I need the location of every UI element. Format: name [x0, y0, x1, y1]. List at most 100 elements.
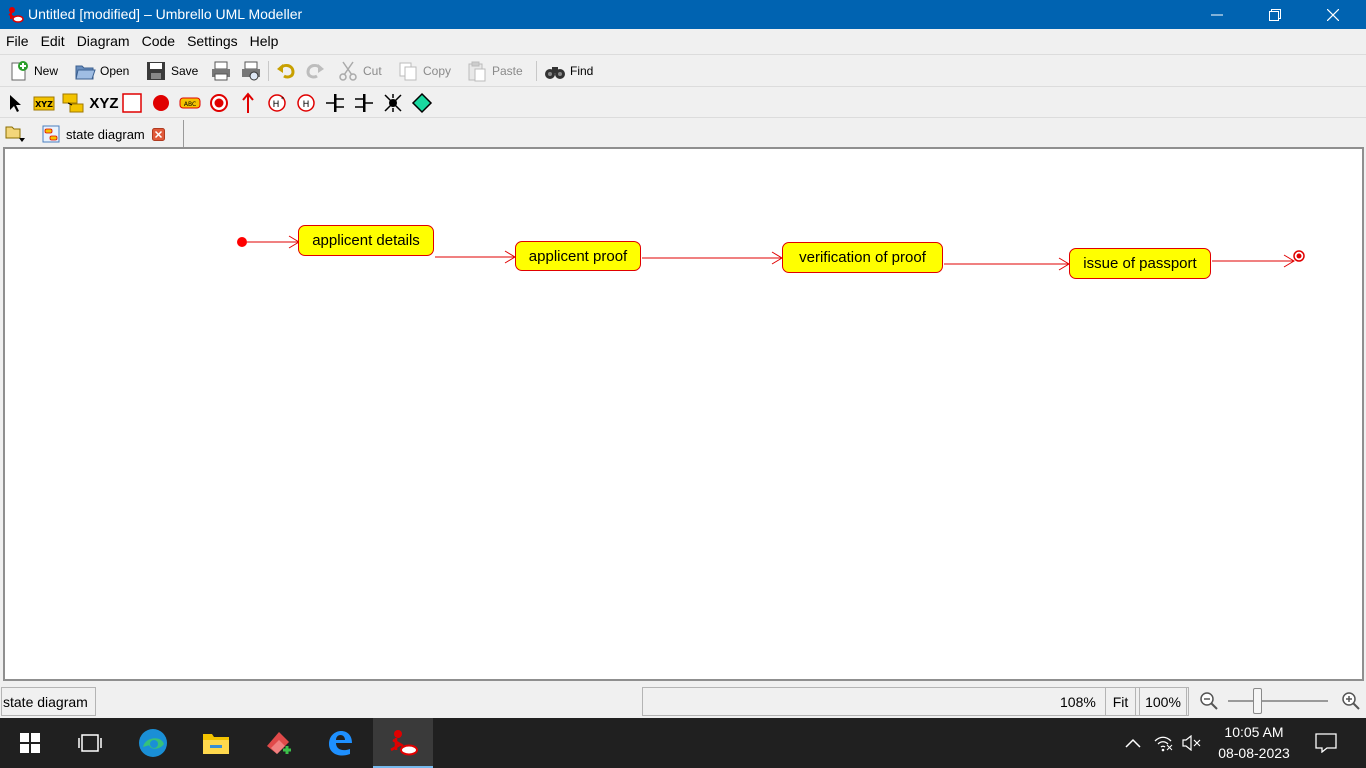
copy-label: Copy [423, 64, 452, 78]
menu-file[interactable]: File [0, 29, 35, 54]
notifications-button[interactable] [1306, 718, 1346, 768]
final-state[interactable] [1293, 250, 1305, 262]
task-view-icon [78, 734, 102, 752]
windows-logo-icon [20, 733, 40, 753]
tab-state-diagram[interactable]: state diagram [34, 120, 184, 148]
zoom-100-button[interactable]: 100% [1139, 687, 1187, 716]
transition-details-to-proof[interactable] [435, 250, 516, 264]
diagram-canvas[interactable]: applicent details applicent proof verifi… [3, 147, 1364, 681]
select-tool[interactable] [4, 92, 26, 114]
transition-verification-to-passport[interactable] [944, 257, 1070, 271]
umbrello-taskbar[interactable] [373, 718, 433, 768]
undo-button[interactable] [275, 59, 301, 83]
network-button[interactable] [1150, 718, 1176, 768]
task-view-button[interactable] [62, 718, 118, 768]
zoom-out-icon[interactable] [1198, 690, 1220, 712]
zoom-slider-handle[interactable] [1253, 688, 1262, 714]
deep-history-tool[interactable]: H * [266, 92, 288, 114]
edge-dev-taskbar[interactable] [125, 718, 181, 768]
transition-layer [237, 235, 1305, 271]
state-applicent-proof[interactable]: applicent proof [515, 241, 641, 271]
copy-button[interactable]: Copy [397, 59, 451, 83]
end-state-icon [210, 94, 228, 112]
open-button[interactable]: Open [74, 59, 129, 83]
junction-icon [384, 94, 402, 112]
transition-initial-to-details[interactable] [247, 235, 300, 249]
minimize-button[interactable] [1188, 0, 1246, 29]
menu-code[interactable]: Code [136, 29, 181, 54]
anchor-note-tool[interactable] [62, 92, 84, 114]
transition-tool[interactable] [237, 92, 259, 114]
cut-button[interactable]: Cut [337, 59, 382, 83]
new-button[interactable]: New [8, 59, 58, 83]
save-label: Save [171, 64, 199, 78]
deep-history-icon: H* [268, 94, 286, 112]
window-title: Untitled [modified] – Umbrello UML Model… [28, 6, 303, 22]
tab-label: state diagram [66, 126, 145, 142]
fork-icon [326, 94, 344, 112]
scissors-icon [339, 61, 357, 81]
fit-button[interactable]: Fit [1105, 687, 1136, 716]
tool-app-icon [267, 732, 291, 754]
menu-help[interactable]: Help [244, 29, 285, 54]
folder-icon [203, 734, 229, 754]
paste-button[interactable]: Paste [466, 59, 523, 83]
initial-state[interactable] [237, 237, 247, 247]
zoom-in-icon[interactable] [1340, 690, 1362, 712]
transition-proof-to-verification[interactable] [642, 251, 783, 265]
state-issue-of-passport[interactable]: issue of passport [1069, 248, 1211, 279]
restore-button[interactable] [1246, 0, 1304, 29]
state-verification-of-proof[interactable]: verification of proof [782, 242, 943, 273]
clock-date: 08-08-2023 [1218, 745, 1290, 761]
umbrello-icon [390, 730, 418, 756]
choice-tool[interactable] [411, 92, 433, 114]
note-tool[interactable]: XYZ [33, 92, 55, 114]
menu-settings[interactable]: Settings [181, 29, 244, 54]
close-tab-icon[interactable] [151, 127, 165, 141]
join-tool[interactable] [353, 92, 375, 114]
chevron-up-icon [1125, 738, 1141, 748]
arrow-pointer-icon [10, 95, 21, 112]
volume-button[interactable] [1178, 718, 1204, 768]
shallow-history-icon: H [297, 94, 315, 112]
menu-edit[interactable]: Edit [35, 29, 71, 54]
file-explorer-taskbar[interactable] [188, 718, 244, 768]
taskbar: 10:05 AM 08-08-2023 [0, 718, 1366, 768]
transition-passport-to-final[interactable] [1212, 254, 1295, 268]
redo-button[interactable] [304, 59, 330, 83]
app-taskbar[interactable] [250, 718, 306, 768]
toolbar-separator [536, 61, 537, 81]
box-tool[interactable] [121, 92, 143, 114]
choice-diamond-icon [411, 92, 433, 114]
print-icon [212, 61, 230, 81]
menu-diagram[interactable]: Diagram [71, 29, 136, 54]
find-button[interactable]: Find [544, 59, 593, 83]
initial-state-tool[interactable] [150, 92, 172, 114]
start-button[interactable] [2, 718, 58, 768]
print-preview-icon [242, 61, 260, 81]
end-state-tool[interactable] [208, 92, 230, 114]
menu-bar: File Edit Diagram Code Settings Help [0, 29, 1366, 54]
box-icon [122, 93, 142, 113]
zoom-slider-track[interactable] [1228, 700, 1328, 702]
clock[interactable]: 10:05 AM 08-08-2023 [1212, 722, 1296, 764]
edge-taskbar[interactable] [312, 718, 368, 768]
print-button[interactable] [210, 59, 236, 83]
shallow-history-tool[interactable]: H [295, 92, 317, 114]
diagram-toolbar: XYZ XYZ ABC H * H [0, 86, 1366, 117]
state-tool[interactable]: ABC [179, 92, 201, 114]
wifi-icon [1154, 736, 1173, 752]
show-hidden-icons-button[interactable] [1120, 718, 1146, 768]
junction-tool[interactable] [382, 92, 404, 114]
close-button[interactable] [1304, 0, 1362, 29]
state-applicent-details[interactable]: applicent details [298, 225, 434, 256]
fork-tool[interactable] [324, 92, 346, 114]
new-document-icon [11, 61, 28, 81]
text-tool[interactable]: XYZ [89, 92, 118, 114]
print-preview-button[interactable] [240, 59, 266, 83]
initial-state-icon [153, 95, 169, 111]
new-diagram-menu-icon[interactable] [4, 123, 26, 143]
find-label: Find [570, 64, 594, 78]
svg-text:H: H [303, 100, 310, 110]
save-button[interactable]: Save [145, 59, 198, 83]
